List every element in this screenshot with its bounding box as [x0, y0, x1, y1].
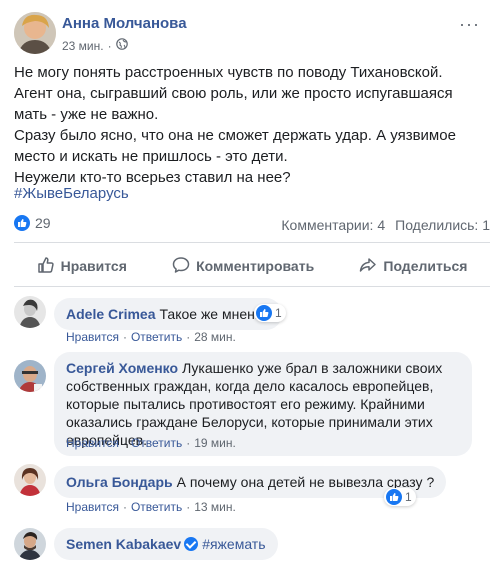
post-paragraph: Сразу было ясно, что она не сможет держа…	[14, 127, 456, 165]
comment-reply-link[interactable]: Ответить	[131, 330, 182, 344]
comment: Semen Kabakaev #яжемать	[14, 526, 484, 566]
post-text: Не могу понять расстроенных чувств по по…	[14, 62, 484, 188]
comment-time[interactable]: 28 мин.	[194, 330, 236, 344]
post-author-name[interactable]: Анна Молчанова	[62, 15, 187, 32]
comment-text[interactable]: #яжемать	[202, 536, 265, 552]
comment-reply-link[interactable]: Ответить	[131, 436, 182, 450]
comment: Adele Crimea Такое же мнение 1 Нравится ·…	[14, 294, 484, 344]
action-bar: Нравится Комментировать Поделиться	[14, 252, 490, 280]
engagement-counts: Комментарии: 4 Поделились: 1	[281, 217, 490, 233]
globe-icon[interactable]	[115, 38, 128, 53]
meta-separator: ·	[107, 38, 112, 53]
like-count: 29	[35, 215, 51, 231]
meta-separator: ·	[122, 330, 127, 344]
commenter-name[interactable]: Semen Kabakaev	[66, 536, 181, 552]
author-avatar[interactable]	[14, 12, 56, 54]
comment: Сергей Хоменко Лукашенко уже брал в залож…	[14, 352, 484, 456]
comment-icon	[172, 256, 190, 277]
commenter-name[interactable]: Ольга Бондарь	[66, 474, 173, 490]
commenter-avatar[interactable]	[14, 528, 46, 560]
post-hashtag[interactable]: #ЖывеБеларусь	[14, 185, 129, 202]
comment-like-link[interactable]: Нравится	[66, 436, 119, 450]
post-header: Анна Молчанова 23 мин. · ···	[14, 12, 484, 56]
post-paragraph: Не могу понять расстроенных чувств по по…	[14, 64, 453, 123]
meta-separator: ·	[122, 500, 127, 514]
like-button[interactable]: Нравится	[37, 256, 127, 277]
comment: Ольга Бондарь А почему она детей не вывез…	[14, 462, 484, 514]
commenter-name[interactable]: Сергей Хоменко	[66, 360, 178, 376]
comment-meta: Нравится · Ответить · 28 мин.	[66, 330, 236, 344]
shares-count[interactable]: Поделились: 1	[395, 217, 490, 233]
more-options-icon[interactable]: ···	[459, 14, 480, 35]
meta-separator: ·	[122, 436, 127, 450]
comment-reply-link[interactable]: Ответить	[131, 500, 182, 514]
reaction-count: 1	[405, 490, 412, 504]
comment-label: Комментировать	[196, 258, 315, 274]
post-meta: 23 мин. ·	[62, 38, 128, 53]
comment-time[interactable]: 19 мин.	[194, 436, 236, 450]
commenter-avatar[interactable]	[14, 360, 46, 392]
verified-badge-icon	[184, 537, 199, 551]
comment-meta: Нравится · Ответить · 13 мин.	[66, 500, 236, 514]
comment-bubble: Adele Crimea Такое же мнение	[54, 298, 283, 330]
comment-like-link[interactable]: Нравится	[66, 500, 119, 514]
comments-count[interactable]: Комментарии: 4	[281, 217, 385, 233]
meta-separator: ·	[186, 330, 191, 344]
share-button[interactable]: Поделиться	[359, 256, 467, 277]
share-label: Поделиться	[383, 258, 468, 274]
like-reaction-icon	[14, 215, 30, 231]
like-summary[interactable]: 29	[14, 215, 51, 231]
comment-reactions[interactable]: 1	[384, 488, 416, 506]
like-reaction-icon	[256, 305, 272, 321]
commenter-avatar[interactable]	[14, 464, 46, 496]
comment-like-link[interactable]: Нравится	[66, 330, 119, 344]
meta-separator: ·	[186, 500, 191, 514]
comment-time[interactable]: 13 мин.	[194, 500, 236, 514]
comment-reactions[interactable]: 1	[254, 304, 286, 322]
commenter-avatar[interactable]	[14, 296, 46, 328]
like-reaction-icon	[386, 489, 402, 505]
commenter-name[interactable]: Adele Crimea	[66, 306, 155, 322]
comment-meta: Нравится · Ответить · 19 мин.	[66, 436, 236, 450]
comment-button[interactable]: Комментировать	[172, 256, 314, 277]
meta-separator: ·	[186, 436, 191, 450]
like-label: Нравится	[60, 258, 127, 274]
comment-bubble: Semen Kabakaev #яжемать	[54, 528, 278, 560]
reaction-count: 1	[275, 306, 282, 320]
share-icon	[359, 256, 377, 277]
divider	[14, 242, 490, 243]
reactions-summary: 29 Комментарии: 4 Поделились: 1	[14, 215, 490, 235]
post-time[interactable]: 23 мин.	[62, 39, 104, 53]
divider	[14, 286, 490, 287]
thumbs-up-icon	[37, 256, 55, 277]
